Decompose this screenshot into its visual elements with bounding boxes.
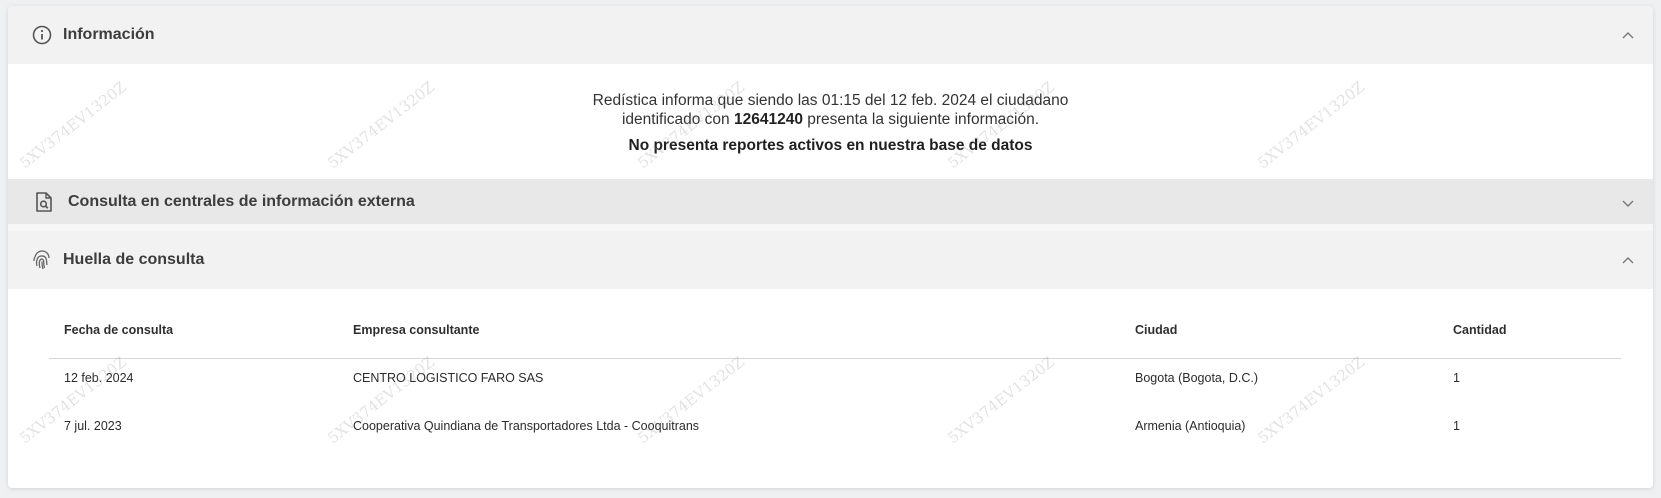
document-search-icon — [33, 191, 55, 213]
consulta-section-title: Consulta en centrales de información ext… — [68, 192, 415, 210]
table-row: 12 feb. 2024 CENTRO LOGISTICO FARO SAS B… — [49, 371, 1621, 391]
chevron-down-icon[interactable] — [1621, 197, 1635, 211]
citizen-id: 12641240 — [733, 111, 803, 128]
info-text-line1: Redística informa que siendo las 01:15 d… — [592, 92, 1069, 109]
cell-cantidad: 1 — [1453, 419, 1460, 433]
huella-section-title: Huella de consulta — [63, 251, 205, 268]
info-circle-icon — [31, 24, 53, 46]
section-divider — [8, 224, 1653, 231]
table-row: 7 jul. 2023 Cooperativa Quindiana de Tra… — [49, 419, 1621, 439]
info-section-body: Redística informa que siendo las 01:15 d… — [8, 64, 1653, 179]
no-reports-message: No presenta reportes activos en nuestra … — [628, 137, 1033, 154]
report-card: Información Redística informa que siendo… — [8, 6, 1653, 488]
chevron-up-icon[interactable] — [1621, 28, 1635, 42]
header-cantidad: Cantidad — [1453, 323, 1507, 337]
header-empresa: Empresa consultante — [353, 323, 480, 337]
cell-ciudad: Armenia (Antioquia) — [1135, 419, 1246, 433]
cell-ciudad: Bogota (Bogota, D.C.) — [1135, 371, 1258, 385]
consulta-section-header[interactable]: Consulta en centrales de información ext… — [8, 179, 1653, 224]
chevron-up-icon[interactable] — [1621, 253, 1635, 267]
header-fecha: Fecha de consulta — [64, 323, 174, 337]
fingerprint-icon — [31, 249, 53, 271]
info-text-suffix: presenta la siguiente información. — [802, 111, 1040, 128]
info-text-line2: identificado con 12641240 presenta la si… — [8, 111, 1653, 129]
info-section-title: Información — [63, 26, 155, 43]
cell-cantidad: 1 — [1453, 371, 1460, 385]
table-header-divider — [49, 358, 1621, 359]
table-header-row: Fecha de consulta Empresa consultante Ci… — [49, 323, 1621, 343]
cell-fecha: 7 jul. 2023 — [64, 419, 122, 433]
info-section-header[interactable]: Información — [8, 6, 1653, 64]
header-ciudad: Ciudad — [1135, 323, 1178, 337]
cell-empresa: Cooperativa Quindiana de Transportadores… — [353, 419, 700, 433]
cell-empresa: CENTRO LOGISTICO FARO SAS — [353, 371, 544, 385]
info-text-prefix: identificado con — [621, 111, 734, 128]
cell-fecha: 12 feb. 2024 — [64, 371, 134, 385]
huella-section-header[interactable]: Huella de consulta — [8, 231, 1653, 289]
